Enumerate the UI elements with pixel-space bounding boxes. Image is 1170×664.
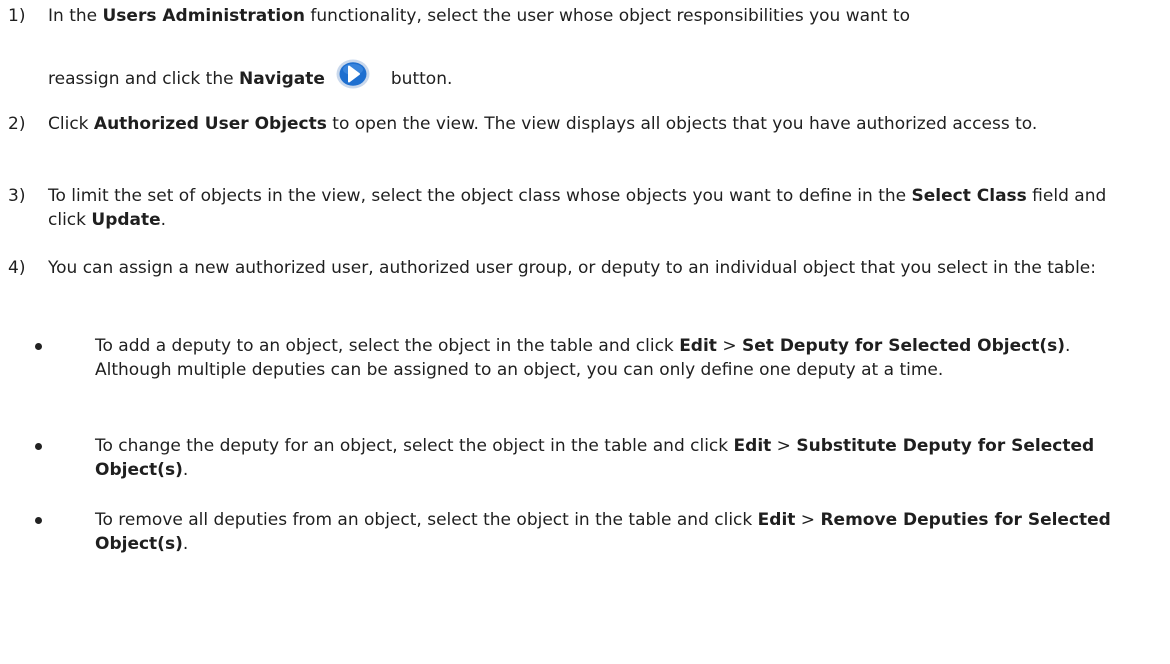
step-number: 3) <box>8 186 26 206</box>
step-text: You can assign a new authorized user, au… <box>48 258 1096 278</box>
step-text: reassign and click the Navigate button. <box>48 58 1148 97</box>
navigate-arrow-icon <box>335 58 371 97</box>
bullet-text: To add a deputy to an object, select the… <box>95 336 1071 380</box>
step-text: To limit the set of objects in the view,… <box>48 186 1107 230</box>
bullet-item: To remove all deputies from an object, s… <box>35 508 1145 556</box>
bullet-icon <box>35 517 42 524</box>
step-3: 3) To limit the set of objects in the vi… <box>8 184 1148 232</box>
bullet-icon <box>35 443 42 450</box>
navigate-term: Navigate <box>238 69 325 89</box>
bullet-text: To change the deputy for an object, sele… <box>95 436 1095 480</box>
set-deputy-term: Set Deputy for Selected Object(s) <box>742 336 1066 356</box>
bullet-item: To add a deputy to an object, select the… <box>35 334 1145 382</box>
edit-term: Edit <box>757 510 796 530</box>
authorized-user-objects-term: Authorized User Objects <box>93 114 327 134</box>
step-1-continued: reassign and click the Navigate button. <box>8 58 1148 97</box>
step-text: Click Authorized User Objects to open th… <box>48 114 1038 134</box>
edit-term: Edit <box>733 436 772 456</box>
edit-term: Edit <box>679 336 717 356</box>
bullet-item: To change the deputy for an object, sele… <box>35 434 1145 482</box>
bullet-text: To remove all deputies from an object, s… <box>95 510 1111 554</box>
update-term: Update <box>91 210 161 230</box>
step-number: 1) <box>8 6 26 26</box>
bullet-icon <box>35 343 42 350</box>
select-class-term: Select Class <box>911 186 1027 206</box>
step-1: 1) In the Users Administration functiona… <box>8 4 1148 28</box>
users-administration-term: Users Administration <box>102 6 306 26</box>
step-number: 4) <box>8 258 26 278</box>
procedure-document: 1) In the Users Administration functiona… <box>0 0 1170 664</box>
step-number: 2) <box>8 114 26 134</box>
step-4: 4) You can assign a new authorized user,… <box>8 256 1148 280</box>
step-text: In the Users Administration functionalit… <box>48 6 910 26</box>
step-2: 2) Click Authorized User Objects to open… <box>8 112 1148 136</box>
